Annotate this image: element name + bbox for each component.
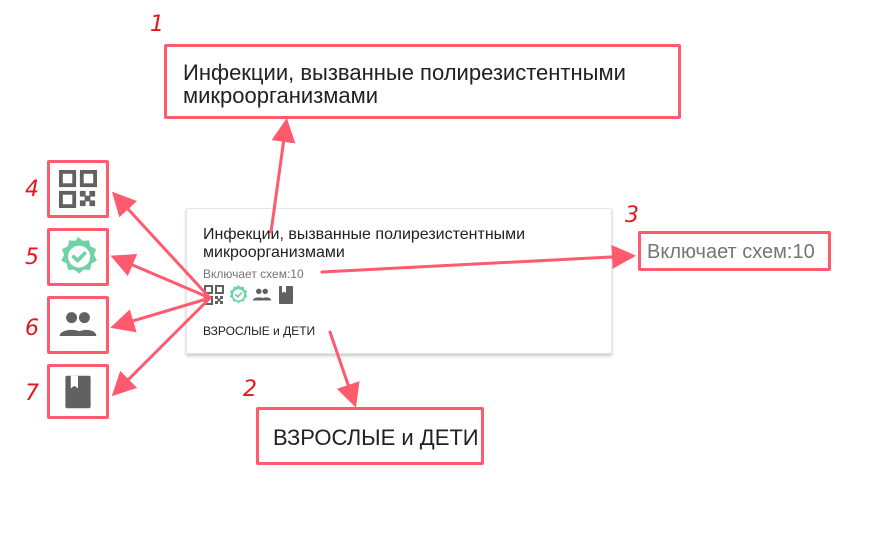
card-icons: [203, 283, 297, 307]
callout-qr-icon: [47, 160, 109, 218]
card-title[interactable]: Инфекции, вызванные полирезистентными ми…: [203, 226, 603, 262]
book-icon[interactable]: [275, 284, 297, 306]
callout-number-6: 6: [25, 316, 39, 341]
callout-number-5: 5: [25, 245, 39, 270]
card-audience: ВЗРОСЛЫЕ и ДЕТИ: [203, 324, 316, 338]
verified-check-icon: [56, 235, 100, 279]
qr-code-icon[interactable]: [203, 284, 225, 306]
card-subtitle: Включает схем:10: [203, 267, 304, 281]
callout-verified-icon: [47, 228, 109, 286]
people-icon: [56, 303, 100, 347]
callout-scheme-count: Включает схем:10: [638, 231, 831, 271]
callout-scheme-count-text: Включает схем:10: [647, 241, 815, 263]
people-icon[interactable]: [251, 284, 273, 306]
callout-title: Инфекции, вызванные полирезистентными ми…: [164, 44, 681, 119]
callout-book-icon: [47, 364, 109, 419]
callout-number-2: 2: [243, 377, 257, 402]
annotated-diagram: Инфекции, вызванные полирезистентными ми…: [0, 0, 883, 535]
verified-check-icon[interactable]: [227, 284, 249, 306]
callout-number-1: 1: [150, 12, 164, 37]
card[interactable]: Инфекции, вызванные полирезистентными ми…: [186, 208, 612, 354]
book-icon: [60, 374, 96, 410]
callout-title-text: Инфекции, вызванные полирезистентными ми…: [183, 60, 626, 108]
callout-number-3: 3: [625, 203, 639, 228]
qr-code-icon: [59, 170, 97, 208]
callout-audience: ВЗРОСЛЫЕ и ДЕТИ: [256, 407, 484, 465]
callout-people-icon: [47, 296, 109, 354]
callout-number-7: 7: [25, 381, 39, 406]
callout-audience-text: ВЗРОСЛЫЕ и ДЕТИ: [273, 425, 479, 450]
callout-number-4: 4: [25, 177, 39, 202]
